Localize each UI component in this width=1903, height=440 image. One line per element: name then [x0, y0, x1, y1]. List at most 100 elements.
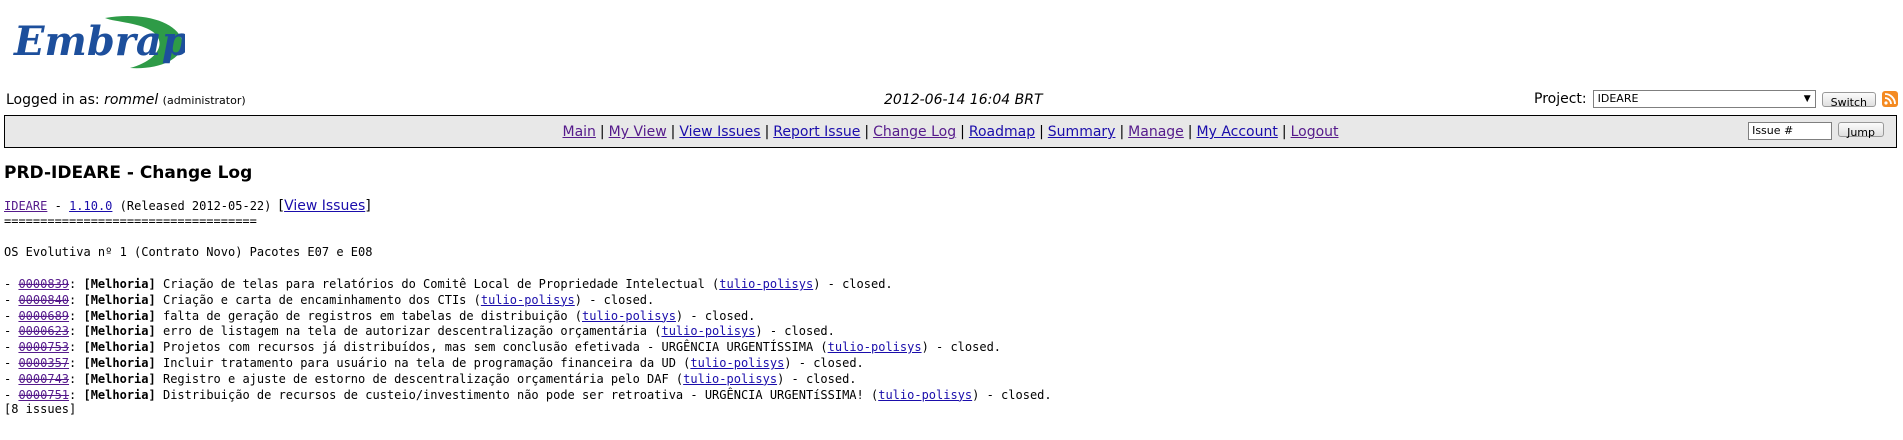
issue-colon: :	[69, 308, 84, 323]
issue-handler-link[interactable]: tulio-polisys	[582, 309, 676, 323]
menu-report-issue[interactable]: Report Issue	[773, 124, 860, 140]
menu-separator: |	[670, 124, 676, 140]
issue-summary: Projetos com recursos já distribuídos, m…	[162, 340, 828, 355]
issue-handler-link[interactable]: tulio-polisys	[719, 277, 813, 291]
menu-my-view[interactable]: My View	[609, 124, 667, 140]
list-bullet: -	[4, 371, 19, 386]
issue-id-link[interactable]: 0000623	[18, 324, 69, 338]
svg-text:Embrapa: Embrapa	[13, 18, 185, 65]
issue-category: [Melhoria]	[83, 292, 156, 307]
issue-number-input[interactable]: Issue #	[1748, 122, 1833, 140]
menu-my-account[interactable]: My Account	[1197, 124, 1278, 140]
list-bullet: -	[4, 308, 19, 323]
menu-separator: |	[1119, 124, 1125, 140]
issue-id-link[interactable]: 0000357	[18, 356, 69, 370]
menu-separator: |	[764, 124, 770, 140]
issue-status: ) - closed.	[675, 308, 756, 323]
server-datetime: 2012-06-14 16:04 BRT	[884, 92, 1043, 108]
issue-id-link[interactable]: 0000753	[18, 340, 69, 354]
menu-separator: |	[960, 124, 965, 140]
issue-colon: :	[69, 277, 84, 291]
version-link[interactable]: 1.10.0	[69, 199, 112, 213]
issue-handler-link[interactable]: tulio-polisys	[828, 340, 922, 354]
issue-category: [Melhoria]	[83, 308, 156, 323]
issue-summary: Distribuição de recursos de custeio/inve…	[162, 387, 879, 402]
issue-colon: :	[69, 340, 84, 355]
list-item: - 0000840: [Melhoria] Criação e carta de…	[4, 293, 1052, 309]
issue-category: [Melhoria]	[83, 277, 156, 291]
issue-handler-link[interactable]: tulio-polisys	[690, 356, 784, 370]
logo-image: Embrapa	[13, 16, 185, 69]
issue-summary: falta de geração de registros em tabelas…	[162, 308, 582, 323]
menu-main[interactable]: Main	[562, 124, 595, 140]
project-switcher: Project: IDEARE ▼ Switch	[1534, 90, 1898, 109]
version-description: OS Evolutiva nº 1 (Contrato Novo) Pacote…	[4, 245, 373, 259]
list-bullet: -	[4, 355, 19, 370]
issue-summary: erro de listagem na tela de autorizar de…	[162, 324, 662, 339]
issue-handler-link[interactable]: tulio-polisys	[683, 372, 777, 386]
issue-list: - 0000839: [Melhoria] Criação de telas p…	[4, 277, 1052, 403]
menu-summary[interactable]: Summary	[1048, 124, 1116, 140]
menu-separator: |	[1281, 124, 1287, 140]
switch-button[interactable]: Switch	[1821, 91, 1876, 109]
menu-manage[interactable]: Manage	[1128, 124, 1184, 140]
release-date: (Released 2012-05-22)	[119, 199, 272, 213]
menu-separator: |	[599, 124, 605, 140]
issue-id-link[interactable]: 0000689	[18, 309, 69, 323]
issue-summary: Criação de telas para relatórios do Comi…	[162, 277, 720, 291]
rss-feed-icon[interactable]	[1882, 91, 1898, 107]
project-select[interactable]: IDEARE ▼	[1592, 90, 1816, 108]
issue-category: [Melhoria]	[83, 387, 156, 402]
issue-jump: Issue # Jump	[1748, 122, 1884, 140]
issue-status: ) - closed.	[574, 292, 655, 307]
version-header: IDEARE - 1.10.0 (Released 2012-05-22) [V…	[4, 198, 371, 214]
version-dash: -	[54, 199, 62, 213]
view-issues-link[interactable]: View Issues	[284, 198, 365, 214]
project-selected-value: IDEARE	[1597, 92, 1639, 105]
issue-id-link[interactable]: 0000751	[18, 388, 69, 402]
embrapa-logo[interactable]: Embrapa	[10, 10, 185, 72]
issue-id-link[interactable]: 0000743	[18, 372, 69, 386]
menu-change-log[interactable]: Change Log	[873, 124, 956, 140]
issue-colon: :	[69, 355, 84, 370]
issue-handler-link[interactable]: tulio-polisys	[878, 388, 972, 402]
issue-id-link[interactable]: 0000840	[18, 293, 69, 307]
issue-category: [Melhoria]	[83, 355, 156, 370]
menu-roadmap[interactable]: Roadmap	[969, 124, 1035, 140]
menu-view-issues[interactable]: View Issues	[679, 124, 760, 140]
menu-separator: |	[1187, 124, 1193, 140]
separator-rule: ===================================	[4, 214, 257, 228]
user-info-bar: Logged in as: rommel (administrator) 201…	[6, 90, 1898, 112]
list-bullet: -	[4, 340, 19, 355]
issue-category: [Melhoria]	[83, 371, 156, 386]
issue-status: ) - closed.	[972, 387, 1052, 402]
issue-colon: :	[69, 324, 84, 339]
issue-colon: :	[69, 292, 84, 307]
list-item: - 0000839: [Melhoria] Criação de telas p…	[4, 277, 1052, 293]
issue-summary: Registro e ajuste de estorno de descentr…	[162, 371, 684, 386]
list-item: - 0000743: [Melhoria] Registro e ajuste …	[4, 372, 1052, 388]
list-item: - 0000751: [Melhoria] Distribuição de re…	[4, 388, 1052, 404]
issue-id-link[interactable]: 0000839	[18, 277, 69, 291]
username: rommel	[104, 92, 159, 108]
list-bullet: -	[4, 277, 19, 291]
list-bullet: -	[4, 324, 19, 339]
issue-count: [8 issues]	[4, 402, 77, 416]
issue-summary: Criação e carta de encaminhamento dos CT…	[162, 292, 481, 307]
issue-status: ) - closed.	[921, 340, 1002, 355]
project-label: Project:	[1534, 91, 1587, 107]
project-link[interactable]: IDEARE	[4, 199, 47, 213]
issue-summary: Incluir tratamento para usuário na tela …	[162, 355, 691, 370]
dropdown-arrow-icon: ▼	[1803, 94, 1811, 104]
issue-status: ) - closed.	[777, 371, 857, 386]
issue-handler-link[interactable]: tulio-polisys	[661, 324, 755, 338]
menu-logout[interactable]: Logout	[1291, 124, 1339, 140]
issue-handler-link[interactable]: tulio-polisys	[481, 293, 575, 307]
main-menu: Main | My View | View Issues | Report Issue | Ch…	[5, 124, 1896, 140]
bracket-close: ]	[365, 198, 371, 214]
jump-button[interactable]: Jump	[1838, 122, 1884, 139]
issue-colon: :	[69, 387, 84, 402]
list-item: - 0000753: [Melhoria] Projetos com recur…	[4, 340, 1052, 356]
issue-status: ) - closed.	[784, 355, 864, 370]
list-item: - 0000357: [Melhoria] Incluir tratamento…	[4, 356, 1052, 372]
